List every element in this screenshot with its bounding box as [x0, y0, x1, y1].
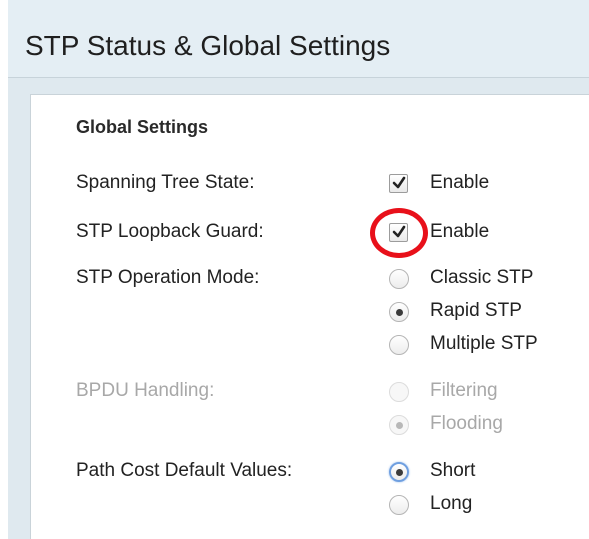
stp-operation-mode-label: STP Operation Mode: — [76, 267, 260, 288]
radio-filtering — [389, 382, 409, 402]
stp-loopback-guard-enable-label: Enable — [430, 221, 490, 242]
bpdu-handling-label: BPDU Handling: — [76, 380, 215, 401]
section-title-global-settings: Global Settings — [76, 117, 209, 137]
spanning-tree-state-enable-label: Enable — [430, 172, 490, 193]
radio-rapid-stp[interactable] — [389, 302, 409, 322]
radio-flooding — [389, 415, 409, 435]
stp-loopback-guard-checkbox[interactable] — [389, 223, 408, 242]
rapid-stp-label: Rapid STP — [430, 300, 522, 321]
page-title: STP Status & Global Settings — [25, 30, 391, 61]
radio-short[interactable] — [389, 462, 409, 482]
radio-classic-stp[interactable] — [389, 269, 409, 289]
flooding-label: Flooding — [430, 413, 503, 434]
spanning-tree-state-checkbox[interactable] — [389, 174, 408, 193]
short-label: Short — [430, 460, 476, 481]
classic-stp-label: Classic STP — [430, 267, 534, 288]
multiple-stp-label: Multiple STP — [430, 333, 538, 354]
radio-long[interactable] — [389, 495, 409, 515]
checkmark-icon — [392, 176, 406, 189]
checkmark-icon — [392, 225, 406, 238]
stp-loopback-guard-label: STP Loopback Guard: — [76, 221, 264, 242]
radio-multiple-stp[interactable] — [389, 335, 409, 355]
filtering-label: Filtering — [430, 380, 498, 401]
spanning-tree-state-label: Spanning Tree State: — [76, 172, 255, 193]
path-cost-default-values-label: Path Cost Default Values: — [76, 460, 293, 481]
long-label: Long — [430, 493, 473, 514]
title-bar: STP Status & Global Settings — [8, 0, 589, 78]
